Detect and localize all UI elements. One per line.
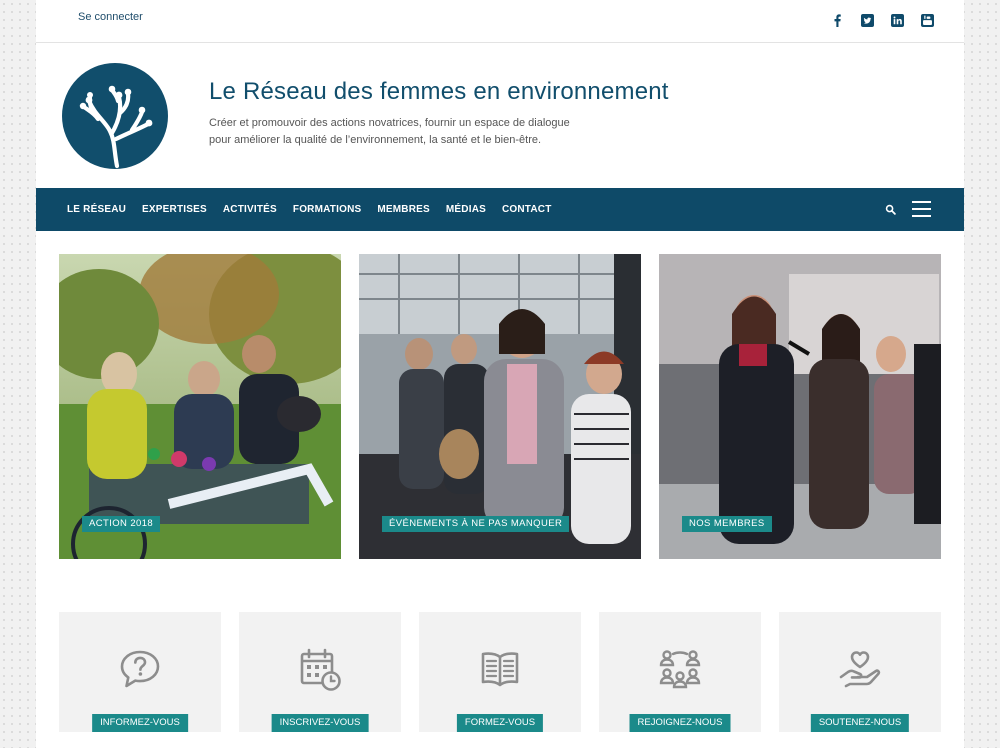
tile-soutenez-nous[interactable]: SOUTENEZ-NOUS: [779, 612, 941, 732]
calendar-clock-icon: [296, 645, 344, 693]
tile-label[interactable]: INSCRIVEZ-VOUS: [271, 714, 369, 732]
feature-photo-stage: [659, 254, 941, 559]
feature-photo-outdoor: [59, 254, 341, 559]
feature-label[interactable]: ÉVÉNEMENTS À NE PAS MANQUER: [382, 516, 570, 532]
main-nav: LE RÉSEAU EXPERTISES ACTIVITÉS FORMATION…: [36, 188, 964, 231]
tile-formez-vous[interactable]: FORMEZ-VOUS: [419, 612, 581, 732]
question-bubble-icon: [116, 645, 164, 693]
open-book-icon: [476, 645, 524, 693]
nav-item-contact[interactable]: CONTACT: [502, 204, 552, 215]
nav-item-expertises[interactable]: EXPERTISES: [142, 204, 207, 215]
linkedin-icon[interactable]: [891, 14, 904, 27]
site-tagline: Créer et promouvoir des actions novatric…: [209, 115, 629, 149]
tagline-line-2: pour améliorer la qualité de l’environne…: [209, 134, 542, 146]
tile-label[interactable]: REJOIGNEZ-NOUS: [629, 714, 731, 732]
tile-label[interactable]: INFORMEZ-VOUS: [92, 714, 188, 732]
nav-item-activites[interactable]: ACTIVITÉS: [223, 204, 277, 215]
search-icon[interactable]: [885, 204, 896, 215]
people-network-icon: [656, 645, 704, 693]
feature-label[interactable]: NOS MEMBRES: [682, 516, 772, 532]
nav-item-membres[interactable]: MEMBRES: [377, 204, 430, 215]
heart-hand-icon: [836, 645, 884, 693]
twitter-icon[interactable]: [861, 14, 874, 27]
feature-photo-reception: [359, 254, 641, 559]
social-links: [831, 14, 934, 27]
nav-item-medias[interactable]: MÉDIAS: [446, 204, 486, 215]
tile-label[interactable]: SOUTENEZ-NOUS: [810, 714, 910, 732]
site-logo[interactable]: [62, 63, 168, 169]
facebook-icon[interactable]: [831, 14, 844, 27]
feature-label[interactable]: ACTION 2018: [82, 516, 161, 532]
feature-card-members[interactable]: NOS MEMBRES: [659, 254, 941, 559]
youtube-icon[interactable]: [921, 14, 934, 27]
tagline-line-1: Créer et promouvoir des actions novatric…: [209, 117, 570, 129]
login-link[interactable]: Se connecter: [78, 11, 143, 23]
feature-card-events[interactable]: ÉVÉNEMENTS À NE PAS MANQUER: [359, 254, 641, 559]
site-title[interactable]: Le Réseau des femmes en environnement: [209, 78, 669, 106]
page: Se connecter Le Réseau des femmes en env…: [36, 0, 964, 748]
tile-label[interactable]: FORMEZ-VOUS: [456, 714, 544, 732]
top-bar: Se connecter: [36, 0, 964, 43]
tile-informez-vous[interactable]: INFORMEZ-VOUS: [59, 612, 221, 732]
hamburger-menu-icon[interactable]: [912, 201, 931, 218]
nav-item-formations[interactable]: FORMATIONS: [293, 204, 361, 215]
tile-inscrivez-vous[interactable]: INSCRIVEZ-VOUS: [239, 612, 401, 732]
feature-card-action[interactable]: ACTION 2018: [59, 254, 341, 559]
nav-item-reseau[interactable]: LE RÉSEAU: [67, 204, 126, 215]
tile-rejoignez-nous[interactable]: REJOIGNEZ-NOUS: [599, 612, 761, 732]
